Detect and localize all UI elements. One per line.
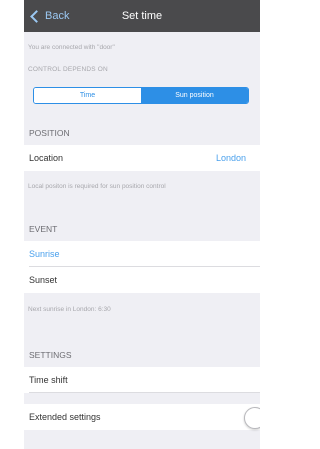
extended-settings-row: Extended settings (24, 404, 260, 430)
event-sunrise-row[interactable]: Sunrise (24, 241, 260, 267)
extended-settings-label: Extended settings (29, 412, 101, 422)
sunrise-label: Sunrise (29, 249, 60, 259)
sunset-label: Sunset (29, 275, 58, 285)
position-note: Local positon is required for sun positi… (28, 183, 166, 190)
control-mode-segment: Time Sun position (33, 87, 249, 104)
time-shift-label: Time shift (29, 375, 68, 385)
app-screen: Back Set time You are connected with "do… (24, 0, 260, 449)
event-note: Next sunrise in London: 6:30 (28, 306, 111, 313)
event-sunset-row[interactable]: Sunset (24, 267, 260, 293)
settings-header: SETTINGS (29, 350, 72, 360)
segment-time[interactable]: Time (34, 88, 141, 103)
navigation-bar: Back Set time (24, 0, 260, 32)
page-title: Set time (121, 10, 163, 22)
segment-sun-position[interactable]: Sun position (141, 88, 248, 103)
control-depends-header: CONTROL DEPENDS ON (28, 66, 108, 73)
extended-settings-toggle[interactable] (244, 407, 260, 429)
connection-info: You are connected with "door" (28, 44, 115, 51)
location-row[interactable]: Location London (24, 145, 260, 171)
position-header: POSITION (29, 128, 70, 138)
location-value: London (215, 153, 246, 163)
location-label: Location (29, 153, 64, 163)
row-divider (29, 392, 260, 393)
time-shift-row[interactable]: Time shift (24, 367, 260, 393)
event-header: EVENT (29, 224, 58, 234)
